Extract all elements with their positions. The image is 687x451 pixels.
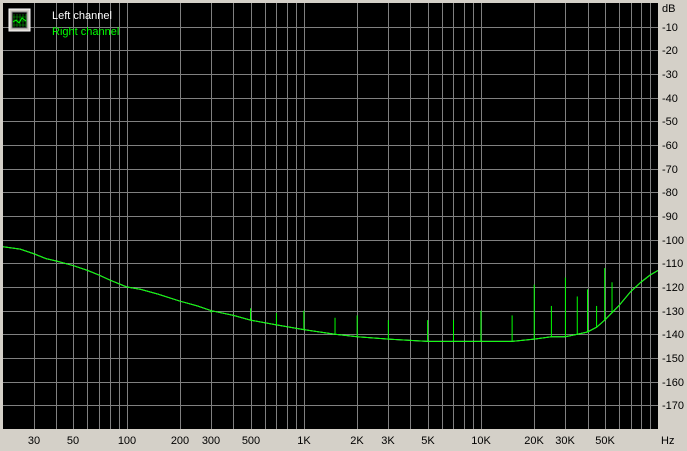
x-tick-label: 200 [171,435,189,447]
legend-icon[interactable] [8,8,31,32]
x-tick-label: 30K [555,435,575,447]
y-tick-label: -50 [662,116,678,128]
y-tick-label: -20 [662,45,678,57]
y-tick-label: -40 [662,93,678,105]
y-tick-label: -100 [662,235,684,247]
spectrum-chart: -10 -20 -30 -40 -50 -60 -70 -80 -90 -100 -110 -120 -… [0,0,687,451]
y-tick-label: -150 [662,353,684,365]
x-tick-label: 2K [350,435,364,447]
legend-left-channel: Left channel [52,10,112,22]
x-tick-label: 50K [595,435,615,447]
x-tick-label: 3K [381,435,395,447]
legend-right-channel: Right channel [52,26,119,38]
y-tick-label: -110 [662,258,683,270]
x-tick-label: 20K [524,435,544,447]
y-tick-label: -160 [662,377,684,389]
y-tick-label: -140 [662,329,684,341]
y-tick-label: -60 [662,140,678,152]
y-tick-label: -130 [662,306,684,318]
y-tick-label: -70 [662,164,678,176]
x-tick-label: 50 [67,435,79,447]
y-tick-label: -170 [662,400,684,412]
y-tick-label: -90 [662,211,678,223]
y-tick-label: -10 [662,22,678,34]
y-tick-label: -30 [662,69,678,81]
x-tick-label: 10K [471,435,491,447]
x-unit-label: Hz [661,435,674,447]
x-tick-label: 30 [28,435,40,447]
y-tick-label: -80 [662,187,678,199]
y-tick-label: -120 [662,282,684,294]
x-tick-label: 5K [421,435,435,447]
y-unit-label: dB [662,3,675,15]
x-tick-label: 500 [242,435,260,447]
x-tick-label: 100 [118,435,136,447]
x-tick-label: 1K [297,435,311,447]
x-tick-label: 300 [202,435,220,447]
